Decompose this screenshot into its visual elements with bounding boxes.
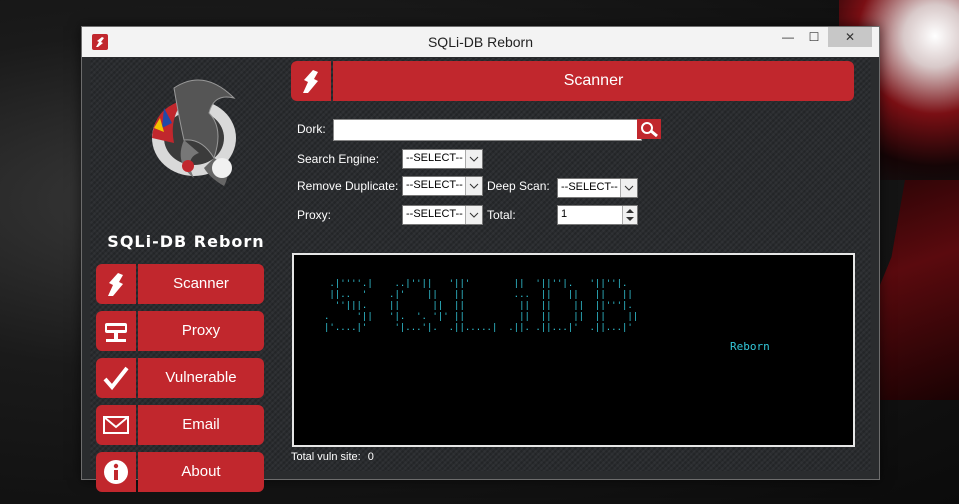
nav-email-label: Email <box>138 405 264 445</box>
client-area: SQLi-DB Reborn Scanner Proxy Vulnerable … <box>90 58 871 492</box>
proxy-select[interactable]: --SELECT-- <box>402 205 483 225</box>
remove-duplicate-select[interactable]: --SELECT-- <box>402 176 483 196</box>
banner-suffix: Reborn <box>730 340 770 353</box>
proxy-icon <box>96 311 136 351</box>
nav-proxy-label: Proxy <box>138 311 264 351</box>
brand-title: SQLi-DB Reborn <box>107 232 265 251</box>
nav-email-button[interactable]: Email <box>96 405 264 445</box>
nav-scanner-button[interactable]: Scanner <box>96 264 264 304</box>
search-engine-select[interactable]: --SELECT-- <box>402 149 483 169</box>
dork-input[interactable] <box>333 119 642 141</box>
section-title: Scanner <box>333 61 854 101</box>
total-vuln-label: Total vuln site: <box>291 451 361 463</box>
total-vuln-status: Total vuln site: 0 <box>291 451 374 463</box>
nav-scanner-label: Scanner <box>138 264 264 304</box>
magnifier-icon <box>641 122 658 137</box>
proxy-value: --SELECT-- <box>406 208 463 220</box>
chevron-down-icon <box>465 177 482 195</box>
chevron-down-icon <box>465 150 482 168</box>
total-value: 1 <box>561 208 568 220</box>
background-shape <box>869 180 959 400</box>
envelope-icon <box>96 405 136 445</box>
maximize-button[interactable]: ☐ <box>802 27 826 47</box>
remove-duplicate-value: --SELECT-- <box>406 179 463 191</box>
deep-scan-label: Deep Scan: <box>487 179 550 193</box>
dork-label: Dork: <box>297 122 326 136</box>
deep-scan-value: --SELECT-- <box>561 181 618 193</box>
chevron-down-icon <box>465 206 482 224</box>
total-label: Total: <box>487 208 516 222</box>
nav-vulnerable-label: Vulnerable <box>138 358 264 398</box>
nav-proxy-button[interactable]: Proxy <box>96 311 264 351</box>
stepper-down-icon[interactable] <box>623 215 637 224</box>
close-button[interactable]: ✕ <box>828 27 872 47</box>
checkmark-icon <box>96 358 136 398</box>
nav-about-button[interactable]: About <box>96 452 264 492</box>
search-engine-label: Search Engine: <box>297 152 380 166</box>
stepper-arrows <box>622 206 637 224</box>
proxy-label: Proxy: <box>297 208 332 222</box>
header-scanner-icon <box>291 61 331 101</box>
deep-scan-select[interactable]: --SELECT-- <box>557 178 638 198</box>
stepper-up-icon[interactable] <box>623 206 637 215</box>
info-icon <box>96 452 136 492</box>
search-button[interactable] <box>637 119 661 139</box>
nav-vulnerable-button[interactable]: Vulnerable <box>96 358 264 398</box>
chevron-down-icon <box>620 179 637 197</box>
remove-duplicate-label: Remove Duplicate: <box>297 179 399 193</box>
app-window: SQLi-DB Reborn — ☐ ✕ SQLi-DB Reborn Scan… <box>81 26 880 492</box>
minimize-button[interactable]: — <box>776 27 800 47</box>
total-vuln-value: 0 <box>367 451 374 463</box>
nav-about-label: About <box>138 452 264 492</box>
title-bar: SQLi-DB Reborn — ☐ ✕ <box>82 27 879 57</box>
search-engine-value: --SELECT-- <box>406 152 463 164</box>
scanner-icon <box>96 264 136 304</box>
output-console[interactable]: .|''''.| ..|''|| '||' || '||''|. '||''|.… <box>292 253 855 447</box>
ascii-banner: .|''''.| ..|''|| '||' || '||''|. '||''|.… <box>324 279 639 333</box>
dragon-logo <box>152 79 236 186</box>
total-stepper[interactable]: 1 <box>557 205 638 225</box>
window-title: SQLi-DB Reborn <box>427 34 534 50</box>
